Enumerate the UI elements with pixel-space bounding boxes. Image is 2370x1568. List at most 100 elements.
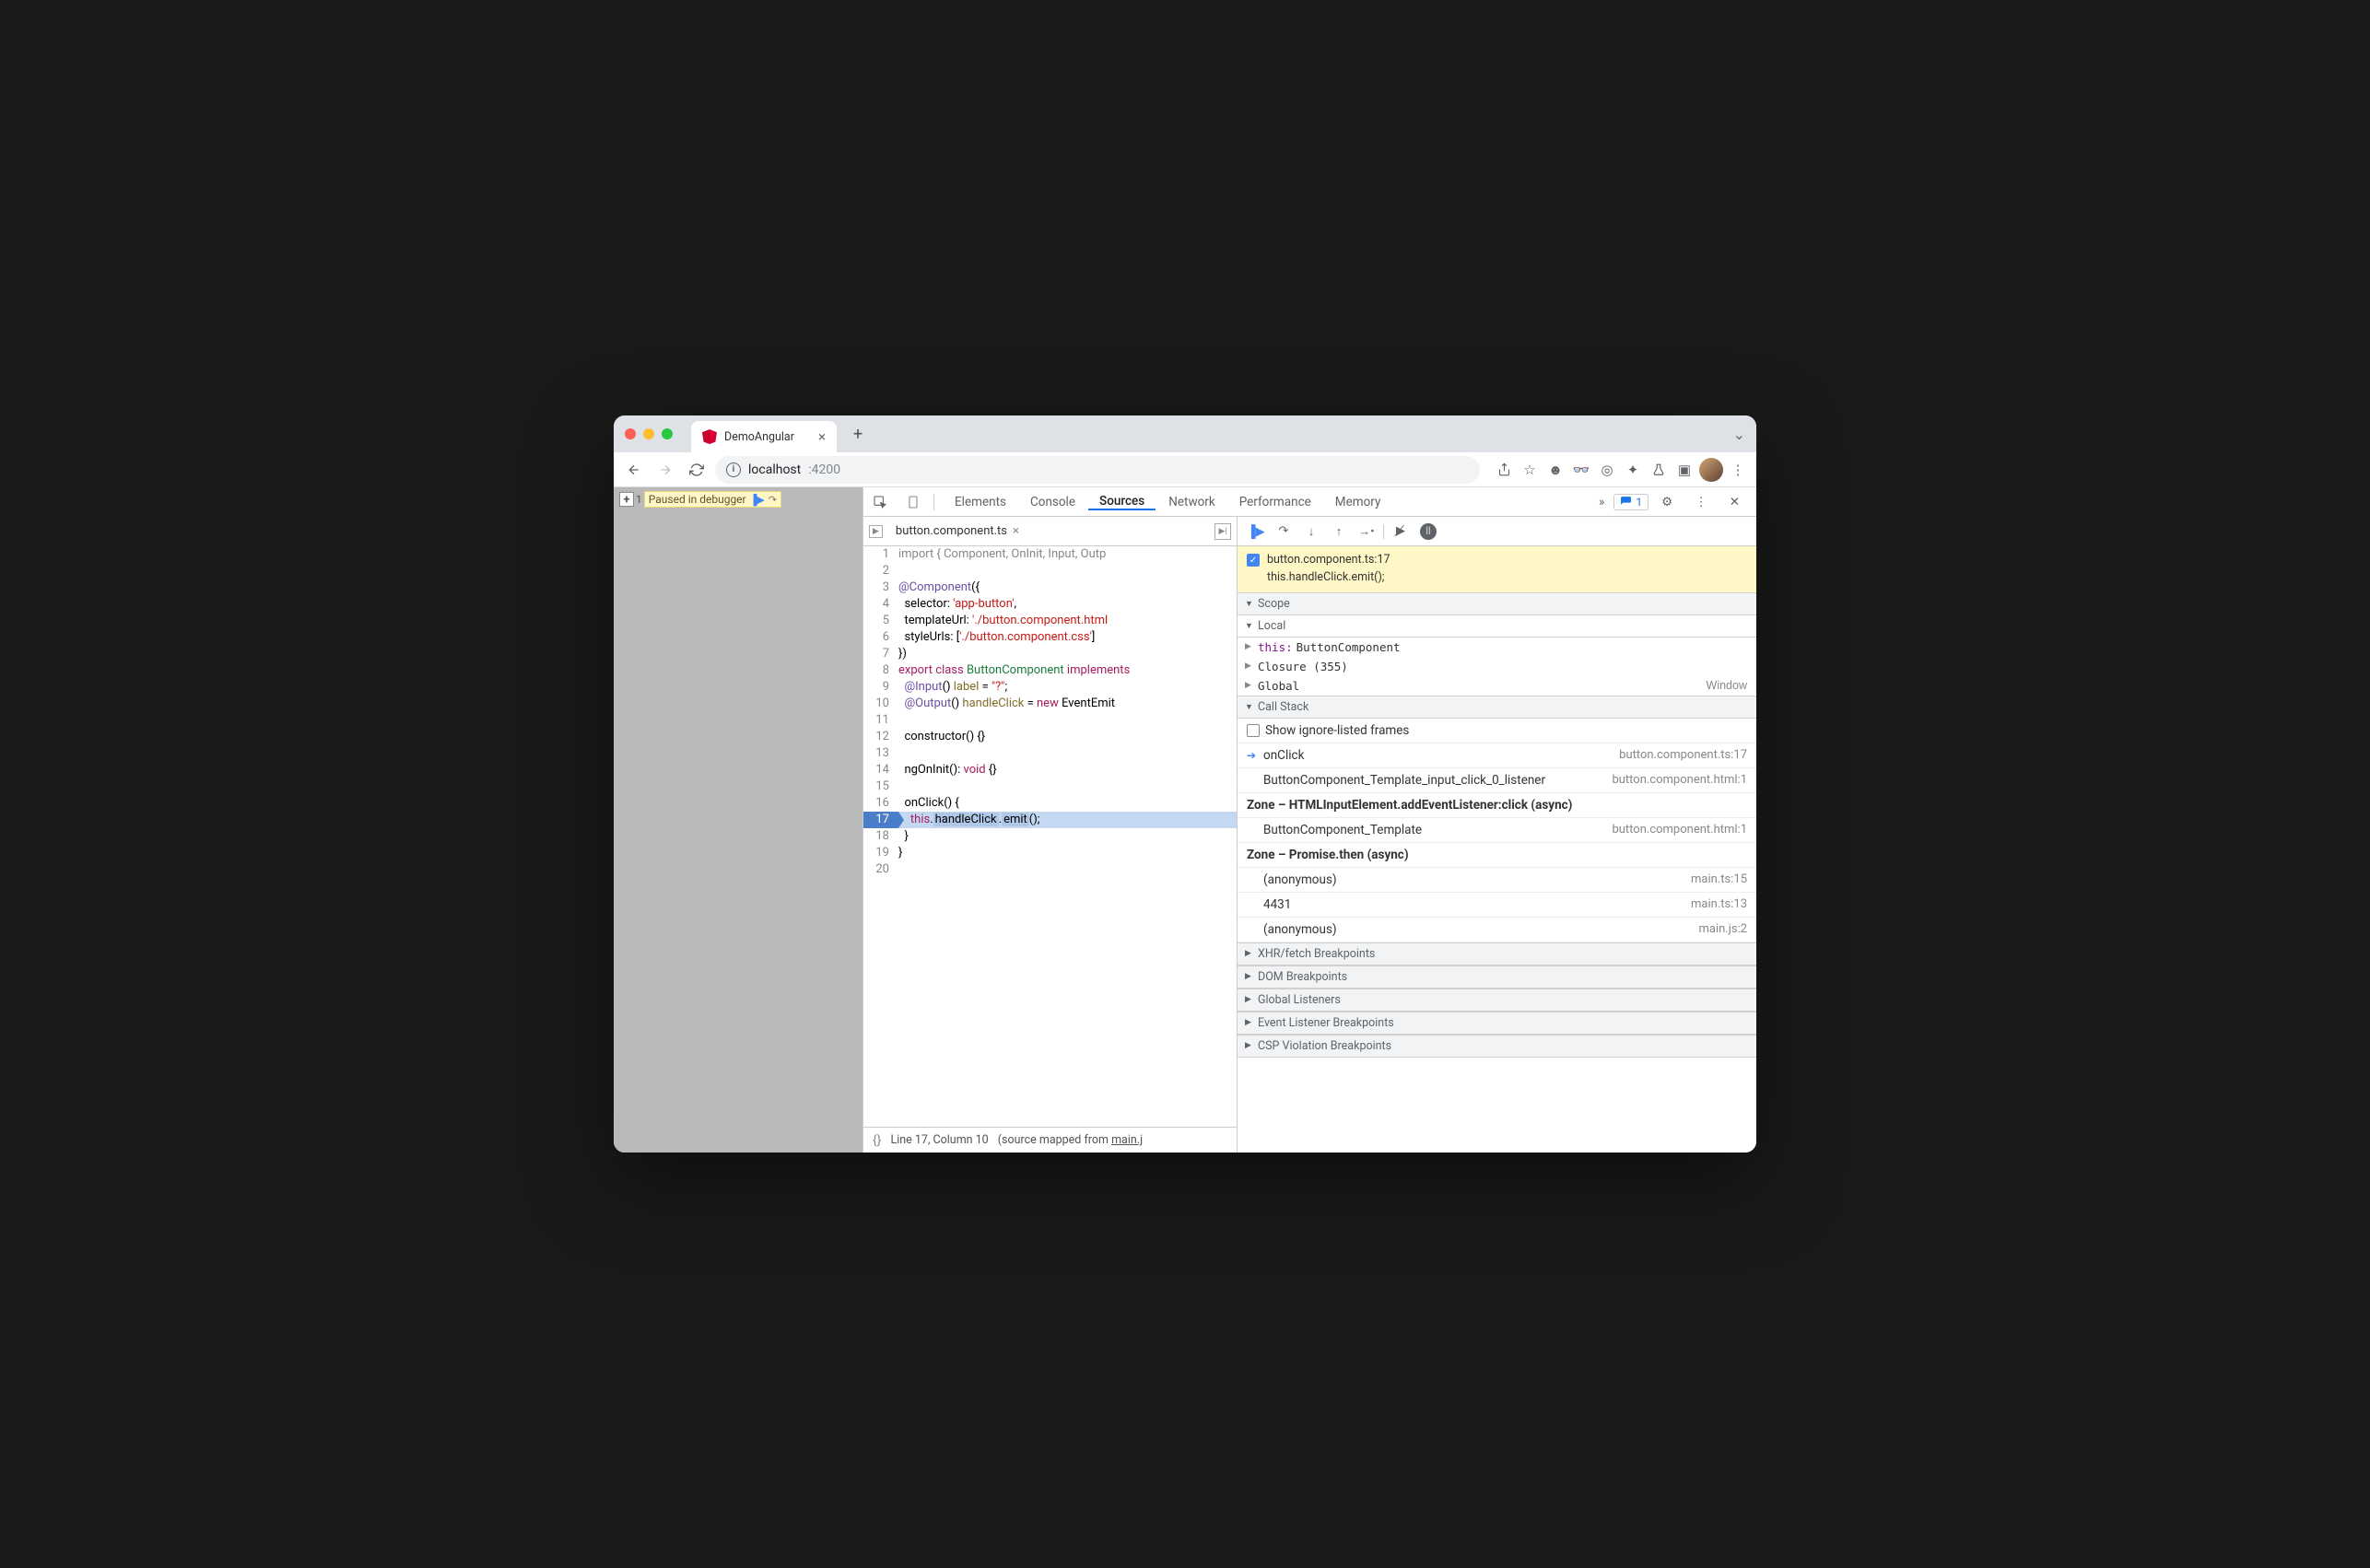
tab-dropdown-icon[interactable]: ⌄ <box>1733 426 1745 443</box>
snippets-run-icon[interactable]: ▶| <box>1214 523 1231 540</box>
pause-on-exceptions-button[interactable]: || <box>1415 521 1441 543</box>
devtools-menu-icon[interactable]: ⋮ <box>1685 495 1717 509</box>
breakpoint-panel-header[interactable]: ▶XHR/fetch Breakpoints <box>1238 942 1756 965</box>
paused-pill: Paused in debugger ▐▶ ↷ <box>644 491 781 508</box>
breakpoint-panel-header[interactable]: ▶Global Listeners <box>1238 989 1756 1012</box>
source-map-link[interactable]: main.j <box>1111 1133 1143 1147</box>
profile-avatar[interactable] <box>1699 458 1723 482</box>
scope-global-row[interactable]: ▶GlobalWindow <box>1238 676 1756 696</box>
devtools-actions: 1 ⚙ ⋮ ✕ <box>1613 494 1756 510</box>
checkbox-icon[interactable] <box>1247 724 1260 737</box>
step-over-button[interactable]: ↷ <box>1271 521 1296 543</box>
settings-gear-icon[interactable]: ⚙ <box>1652 495 1682 509</box>
overlay-step-icon[interactable]: ↷ <box>768 494 777 506</box>
devtools-tab-console[interactable]: Console <box>1019 494 1086 510</box>
code-line[interactable]: 18 } <box>863 828 1237 845</box>
callstack-frame[interactable]: ➔onClickbutton.component.ts:17 <box>1238 743 1756 768</box>
code-line[interactable]: 13 <box>863 745 1237 762</box>
browser-tab[interactable]: DemoAngular × <box>691 421 837 452</box>
divider <box>1383 524 1384 539</box>
code-line[interactable]: 11 <box>863 712 1237 729</box>
callstack-frame[interactable]: 4431main.ts:13 <box>1238 893 1756 918</box>
omnibox[interactable]: i localhost:4200 <box>715 456 1480 484</box>
callstack-frame[interactable]: Zone – Promise.then (async) <box>1238 843 1756 868</box>
code-line[interactable]: 20 <box>863 861 1237 878</box>
close-window-button[interactable] <box>625 428 636 439</box>
code-line[interactable]: 17 this.handleClick.emit(); <box>863 812 1237 828</box>
maximize-window-button[interactable] <box>662 428 673 439</box>
share-icon[interactable] <box>1493 459 1515 481</box>
code-line[interactable]: 14 ngOnInit(): void {} <box>863 762 1237 778</box>
devtools-tab-elements[interactable]: Elements <box>944 494 1017 510</box>
overlay-resume-icon[interactable]: ▐▶ <box>750 494 765 506</box>
pretty-print-icon[interactable]: {} <box>873 1133 881 1148</box>
callstack-frame[interactable]: Zone – HTMLInputElement.addEventListener… <box>1238 793 1756 818</box>
new-tab-button[interactable]: + <box>853 425 862 444</box>
breakpoint-panel-header[interactable]: ▶Event Listener Breakpoints <box>1238 1012 1756 1035</box>
step-out-button[interactable]: ↑ <box>1326 521 1352 543</box>
scope-local-header[interactable]: ▼Local <box>1238 615 1756 638</box>
code-line[interactable]: 12 constructor() {} <box>863 729 1237 745</box>
code-line[interactable]: 5 templateUrl: './button.component.html <box>863 613 1237 629</box>
extensions-puzzle-icon[interactable]: ✦ <box>1622 459 1644 481</box>
code-line[interactable]: 6 styleUrls: ['./button.component.css'] <box>863 629 1237 646</box>
scope-closure-row[interactable]: ▶Closure (355) <box>1238 657 1756 676</box>
step-into-button[interactable]: ↓ <box>1298 521 1324 543</box>
callstack-frame[interactable]: (anonymous)main.js:2 <box>1238 918 1756 942</box>
extension-icon[interactable]: ☻ <box>1544 459 1566 481</box>
code-line[interactable]: 9 @Input() label = "?"; <box>863 679 1237 696</box>
breakpoint-checkbox[interactable]: ✓ <box>1247 554 1260 567</box>
more-tabs-icon[interactable]: » <box>1590 487 1613 516</box>
code-line[interactable]: 2 <box>863 563 1237 579</box>
labs-icon[interactable] <box>1648 459 1670 481</box>
device-toolbar-icon[interactable] <box>897 487 930 516</box>
resume-button[interactable]: ▐▶ <box>1243 521 1269 543</box>
devtools-close-icon[interactable]: ✕ <box>1720 495 1749 509</box>
debugger-overlay: + 1 Paused in debugger ▐▶ ↷ <box>619 491 781 508</box>
incognito-icon[interactable]: 👓 <box>1570 459 1592 481</box>
breakpoint-panel-header[interactable]: ▶DOM Breakpoints <box>1238 965 1756 989</box>
site-info-icon[interactable]: i <box>726 462 741 477</box>
code-line[interactable]: 1import { Component, OnInit, Input, Outp <box>863 546 1237 563</box>
breakpoint-panel-header[interactable]: ▶CSP Violation Breakpoints <box>1238 1035 1756 1058</box>
code-line[interactable]: 19} <box>863 845 1237 861</box>
code-line[interactable]: 3@Component({ <box>863 579 1237 596</box>
privacy-ext-icon[interactable]: ◎ <box>1596 459 1618 481</box>
tab-close-icon[interactable]: × <box>818 428 826 445</box>
code-editor[interactable]: 1import { Component, OnInit, Input, Outp… <box>863 546 1237 1127</box>
bookmark-icon[interactable]: ☆ <box>1519 459 1541 481</box>
code-line[interactable]: 4 selector: 'app-button', <box>863 596 1237 613</box>
forward-button[interactable] <box>652 457 678 483</box>
devtools-tab-memory[interactable]: Memory <box>1324 494 1392 510</box>
code-line[interactable]: 8export class ButtonComponent implements <box>863 662 1237 679</box>
side-panel-icon[interactable]: ▣ <box>1673 459 1695 481</box>
code-line[interactable]: 16 onClick() { <box>863 795 1237 812</box>
code-line[interactable]: 10 @Output() handleClick = new EventEmit <box>863 696 1237 712</box>
issues-badge[interactable]: 1 <box>1613 494 1648 510</box>
back-button[interactable] <box>621 457 647 483</box>
content-area: + 1 Paused in debugger ▐▶ ↷ ElementsCons… <box>614 487 1756 1153</box>
reload-button[interactable] <box>684 457 710 483</box>
devtools-tab-performance[interactable]: Performance <box>1228 494 1322 510</box>
code-line[interactable]: 7}) <box>863 646 1237 662</box>
show-ignored-toggle[interactable]: Show ignore-listed frames <box>1238 719 1756 743</box>
zoom-plus-button[interactable]: + <box>619 492 634 507</box>
file-tab[interactable]: button.component.ts × <box>888 521 1027 541</box>
deactivate-breakpoints-button[interactable]: ▶⟋ <box>1388 521 1414 543</box>
step-button[interactable]: →• <box>1354 521 1379 543</box>
minimize-window-button[interactable] <box>643 428 654 439</box>
callstack-frame[interactable]: ButtonComponent_Templatebutton.component… <box>1238 818 1756 843</box>
inspect-element-icon[interactable] <box>863 487 897 516</box>
callstack-header[interactable]: ▼Call Stack <box>1238 696 1756 719</box>
devtools-tab-network[interactable]: Network <box>1157 494 1226 510</box>
devtools-tab-sources[interactable]: Sources <box>1088 494 1156 510</box>
url-host: localhost <box>748 462 801 477</box>
callstack-frame[interactable]: ButtonComponent_Template_input_click_0_l… <box>1238 768 1756 793</box>
navigator-toggle-icon[interactable]: ▶ <box>869 525 883 538</box>
scope-header[interactable]: ▼Scope <box>1238 592 1756 615</box>
callstack-frame[interactable]: (anonymous)main.ts:15 <box>1238 868 1756 893</box>
scope-this-row[interactable]: ▶this: ButtonComponent <box>1238 638 1756 657</box>
file-close-icon[interactable]: × <box>1013 524 1019 538</box>
code-line[interactable]: 15 <box>863 778 1237 795</box>
chrome-menu-icon[interactable]: ⋮ <box>1727 459 1749 481</box>
